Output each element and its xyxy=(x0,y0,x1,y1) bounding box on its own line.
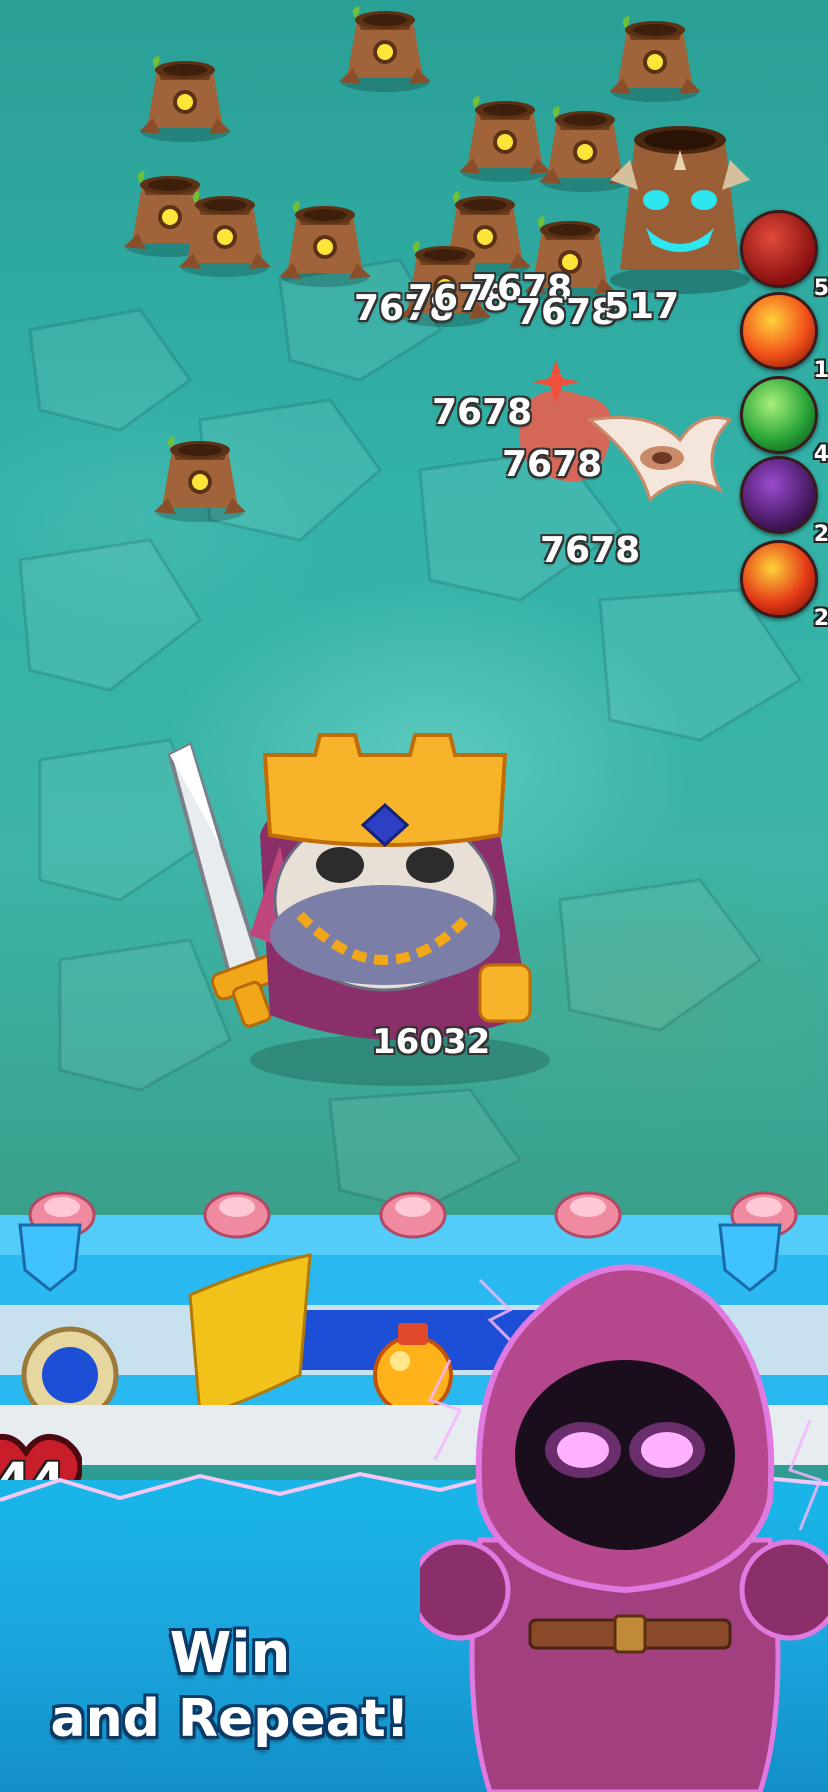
damage-number: 7678 xyxy=(432,392,533,433)
game-screen: 7678 7678 7678 7678 517 7678 7678 7678 5… xyxy=(0,0,828,1792)
damage-number: 7678 xyxy=(540,530,641,571)
damage-number: 7678 xyxy=(502,444,603,485)
wall-turret-button[interactable] xyxy=(554,1191,622,1239)
shadow-orb-icon[interactable]: 2 xyxy=(740,456,828,547)
hero-hp-value: 16032 xyxy=(372,1022,491,1062)
skill-level: 5 xyxy=(813,276,828,301)
skill-level: 4 xyxy=(813,442,828,467)
wall-turret-button[interactable] xyxy=(203,1191,271,1239)
tagline-line-1: Win xyxy=(169,1621,291,1686)
damage-number: 517 xyxy=(604,286,680,327)
wall-turret-button[interactable] xyxy=(379,1191,447,1239)
fireball-icon[interactable]: 2 xyxy=(740,540,828,631)
damage-number: 7678 xyxy=(516,292,617,333)
skill-level: 1 xyxy=(813,358,828,383)
skill-level: 2 xyxy=(813,606,828,631)
tagline-line-2: and Repeat! xyxy=(50,1689,410,1749)
skill-level: 2 xyxy=(813,522,828,547)
green-gem-icon[interactable]: 4 xyxy=(740,376,828,467)
blade-spin-icon[interactable]: 5 xyxy=(740,210,828,301)
hooded-mage-mascot xyxy=(420,1264,828,1792)
fire-slash-icon[interactable]: 1 xyxy=(740,292,828,383)
promo-tagline: Win and Repeat! xyxy=(30,1622,430,1752)
spinning-blade-icon xyxy=(586,416,733,503)
crown-icon xyxy=(262,733,508,848)
